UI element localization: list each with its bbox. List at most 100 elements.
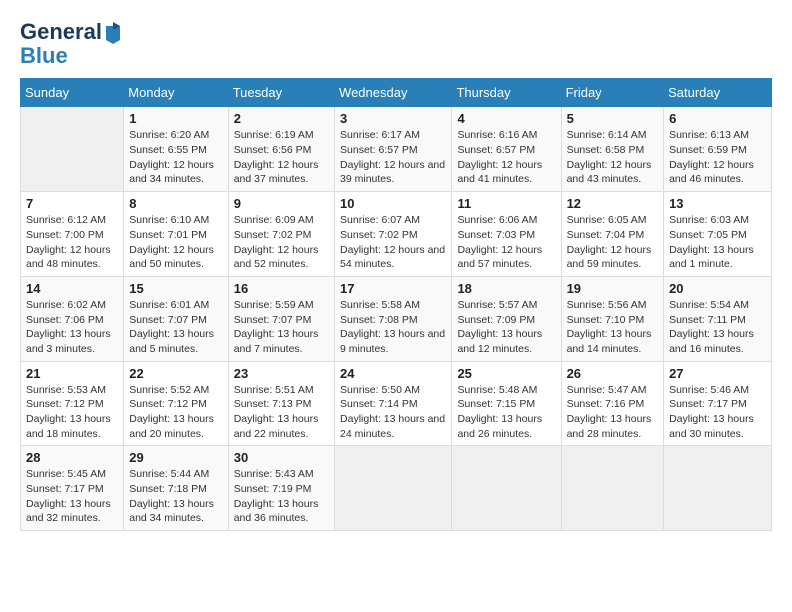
calendar-cell: 25 Sunrise: 5:48 AM Sunset: 7:15 PM Dayli… — [452, 361, 561, 446]
calendar-cell: 29 Sunrise: 5:44 AM Sunset: 7:18 PM Dayli… — [124, 446, 228, 531]
day-info: Sunrise: 5:48 AM Sunset: 7:15 PM Dayligh… — [457, 383, 555, 442]
week-row-1: 1Sunrise: 6:20 AM Sunset: 6:55 PM Daylig… — [21, 107, 772, 192]
weekday-header-sunday: Sunday — [21, 79, 124, 107]
day-number: 21 — [26, 366, 118, 381]
day-number: 29 — [129, 450, 222, 465]
calendar-cell — [664, 446, 772, 531]
day-info: Sunrise: 5:56 AM Sunset: 7:10 PM Dayligh… — [567, 298, 659, 357]
day-info: Sunrise: 5:50 AM Sunset: 7:14 PM Dayligh… — [340, 383, 446, 442]
calendar-cell: 2 Sunrise: 6:19 AM Sunset: 6:56 PM Daylig… — [228, 107, 334, 192]
day-number: 20 — [669, 281, 766, 296]
day-info: Sunrise: 5:53 AM Sunset: 7:12 PM Dayligh… — [26, 383, 118, 442]
header: GeneralBlue — [20, 20, 772, 68]
calendar-cell: 12Sunrise: 6:05 AM Sunset: 7:04 PM Dayli… — [561, 192, 664, 277]
day-number: 13 — [669, 196, 766, 211]
calendar-cell: 30 Sunrise: 5:43 AM Sunset: 7:19 PM Dayli… — [228, 446, 334, 531]
calendar-cell: 7 Sunrise: 6:12 AM Sunset: 7:00 PM Daylig… — [21, 192, 124, 277]
calendar-cell: 24Sunrise: 5:50 AM Sunset: 7:14 PM Dayli… — [335, 361, 452, 446]
weekday-header-saturday: Saturday — [664, 79, 772, 107]
day-number: 15 — [129, 281, 222, 296]
day-number: 2 — [234, 111, 329, 126]
logo: GeneralBlue — [20, 20, 122, 68]
day-info: Sunrise: 6:03 AM Sunset: 7:05 PM Dayligh… — [669, 213, 766, 272]
day-number: 26 — [567, 366, 659, 381]
calendar-cell: 9 Sunrise: 6:09 AM Sunset: 7:02 PM Daylig… — [228, 192, 334, 277]
day-info: Sunrise: 6:13 AM Sunset: 6:59 PM Dayligh… — [669, 128, 766, 187]
day-info: Sunrise: 5:58 AM Sunset: 7:08 PM Dayligh… — [340, 298, 446, 357]
calendar-cell: 21 Sunrise: 5:53 AM Sunset: 7:12 PM Dayli… — [21, 361, 124, 446]
day-number: 22 — [129, 366, 222, 381]
day-number: 11 — [457, 196, 555, 211]
day-number: 25 — [457, 366, 555, 381]
day-info: Sunrise: 5:46 AM Sunset: 7:17 PM Dayligh… — [669, 383, 766, 442]
calendar-cell: 18 Sunrise: 5:57 AM Sunset: 7:09 PM Dayli… — [452, 276, 561, 361]
day-info: Sunrise: 6:16 AM Sunset: 6:57 PM Dayligh… — [457, 128, 555, 187]
day-number: 14 — [26, 281, 118, 296]
day-number: 5 — [567, 111, 659, 126]
calendar-cell: 26 Sunrise: 5:47 AM Sunset: 7:16 PM Dayli… — [561, 361, 664, 446]
weekday-header-thursday: Thursday — [452, 79, 561, 107]
day-info: Sunrise: 6:19 AM Sunset: 6:56 PM Dayligh… — [234, 128, 329, 187]
weekday-header-tuesday: Tuesday — [228, 79, 334, 107]
calendar-cell: 13 Sunrise: 6:03 AM Sunset: 7:05 PM Dayli… — [664, 192, 772, 277]
day-info: Sunrise: 5:43 AM Sunset: 7:19 PM Dayligh… — [234, 467, 329, 526]
week-row-2: 7 Sunrise: 6:12 AM Sunset: 7:00 PM Daylig… — [21, 192, 772, 277]
calendar-cell: 16Sunrise: 5:59 AM Sunset: 7:07 PM Dayli… — [228, 276, 334, 361]
day-info: Sunrise: 6:17 AM Sunset: 6:57 PM Dayligh… — [340, 128, 446, 187]
day-info: Sunrise: 6:14 AM Sunset: 6:58 PM Dayligh… — [567, 128, 659, 187]
calendar-cell: 5 Sunrise: 6:14 AM Sunset: 6:58 PM Daylig… — [561, 107, 664, 192]
calendar-cell: 6 Sunrise: 6:13 AM Sunset: 6:59 PM Daylig… — [664, 107, 772, 192]
day-number: 10 — [340, 196, 446, 211]
week-row-5: 28 Sunrise: 5:45 AM Sunset: 7:17 PM Dayli… — [21, 446, 772, 531]
day-number: 19 — [567, 281, 659, 296]
calendar-cell — [21, 107, 124, 192]
week-row-4: 21 Sunrise: 5:53 AM Sunset: 7:12 PM Dayli… — [21, 361, 772, 446]
calendar-cell — [561, 446, 664, 531]
day-info: Sunrise: 6:07 AM Sunset: 7:02 PM Dayligh… — [340, 213, 446, 272]
day-info: Sunrise: 6:09 AM Sunset: 7:02 PM Dayligh… — [234, 213, 329, 272]
day-info: Sunrise: 6:05 AM Sunset: 7:04 PM Dayligh… — [567, 213, 659, 272]
day-info: Sunrise: 6:10 AM Sunset: 7:01 PM Dayligh… — [129, 213, 222, 272]
calendar-cell: 23Sunrise: 5:51 AM Sunset: 7:13 PM Dayli… — [228, 361, 334, 446]
day-info: Sunrise: 5:57 AM Sunset: 7:09 PM Dayligh… — [457, 298, 555, 357]
day-info: Sunrise: 5:45 AM Sunset: 7:17 PM Dayligh… — [26, 467, 118, 526]
calendar-cell: 10 Sunrise: 6:07 AM Sunset: 7:02 PM Dayli… — [335, 192, 452, 277]
day-info: Sunrise: 6:06 AM Sunset: 7:03 PM Dayligh… — [457, 213, 555, 272]
day-number: 23 — [234, 366, 329, 381]
calendar-cell: 15 Sunrise: 6:01 AM Sunset: 7:07 PM Dayli… — [124, 276, 228, 361]
day-number: 6 — [669, 111, 766, 126]
day-number: 3 — [340, 111, 446, 126]
weekday-header-friday: Friday — [561, 79, 664, 107]
calendar-cell: 11 Sunrise: 6:06 AM Sunset: 7:03 PM Dayli… — [452, 192, 561, 277]
day-number: 17 — [340, 281, 446, 296]
day-number: 18 — [457, 281, 555, 296]
day-info: Sunrise: 5:52 AM Sunset: 7:12 PM Dayligh… — [129, 383, 222, 442]
day-info: Sunrise: 6:01 AM Sunset: 7:07 PM Dayligh… — [129, 298, 222, 357]
logo-icon — [104, 22, 122, 44]
calendar-cell: 28 Sunrise: 5:45 AM Sunset: 7:17 PM Dayli… — [21, 446, 124, 531]
day-number: 16 — [234, 281, 329, 296]
day-info: Sunrise: 6:12 AM Sunset: 7:00 PM Dayligh… — [26, 213, 118, 272]
calendar-cell: 1Sunrise: 6:20 AM Sunset: 6:55 PM Daylig… — [124, 107, 228, 192]
weekday-header-wednesday: Wednesday — [335, 79, 452, 107]
day-number: 7 — [26, 196, 118, 211]
day-info: Sunrise: 5:44 AM Sunset: 7:18 PM Dayligh… — [129, 467, 222, 526]
day-info: Sunrise: 5:54 AM Sunset: 7:11 PM Dayligh… — [669, 298, 766, 357]
weekday-header-monday: Monday — [124, 79, 228, 107]
day-info: Sunrise: 6:20 AM Sunset: 6:55 PM Dayligh… — [129, 128, 222, 187]
day-number: 27 — [669, 366, 766, 381]
calendar-cell: 20 Sunrise: 5:54 AM Sunset: 7:11 PM Dayli… — [664, 276, 772, 361]
calendar-cell — [452, 446, 561, 531]
day-number: 9 — [234, 196, 329, 211]
calendar-cell: 22 Sunrise: 5:52 AM Sunset: 7:12 PM Dayli… — [124, 361, 228, 446]
day-info: Sunrise: 5:47 AM Sunset: 7:16 PM Dayligh… — [567, 383, 659, 442]
day-number: 30 — [234, 450, 329, 465]
logo-text: GeneralBlue — [20, 20, 122, 68]
calendar-cell: 17 Sunrise: 5:58 AM Sunset: 7:08 PM Dayli… — [335, 276, 452, 361]
week-row-3: 14Sunrise: 6:02 AM Sunset: 7:06 PM Dayli… — [21, 276, 772, 361]
weekday-header-row: SundayMondayTuesdayWednesdayThursdayFrid… — [21, 79, 772, 107]
calendar-cell: 19 Sunrise: 5:56 AM Sunset: 7:10 PM Dayli… — [561, 276, 664, 361]
calendar-cell: 4Sunrise: 6:16 AM Sunset: 6:57 PM Daylig… — [452, 107, 561, 192]
day-number: 28 — [26, 450, 118, 465]
calendar-cell: 14Sunrise: 6:02 AM Sunset: 7:06 PM Dayli… — [21, 276, 124, 361]
